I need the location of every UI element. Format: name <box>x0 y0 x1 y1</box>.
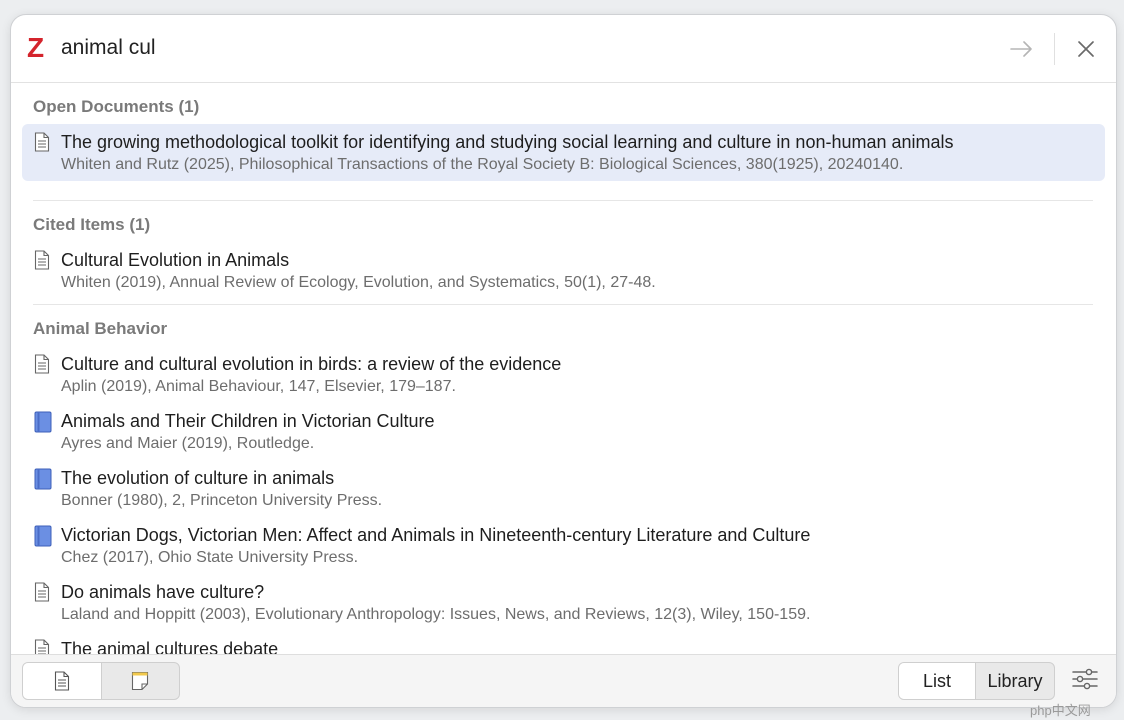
result-meta: Whiten (2019), Annual Review of Ecology,… <box>61 274 656 291</box>
result-title: Culture and cultural evolution in birds:… <box>61 354 562 374</box>
results-list: Open Documents (1) The growing methodolo… <box>11 83 1116 655</box>
document-icon <box>34 582 52 604</box>
result-row[interactable]: Cultural Evolution in Animals Whiten (20… <box>22 242 1105 299</box>
search-input[interactable] <box>61 31 961 65</box>
result-row[interactable]: Do animals have culture? Laland and Hopp… <box>22 574 1105 631</box>
toolbar-separator <box>1054 33 1055 65</box>
result-meta: Bonner (1980), 2, Princeton University P… <box>61 492 383 509</box>
list-mode-button[interactable]: List <box>899 663 976 699</box>
notes-view-button[interactable] <box>101 663 179 699</box>
document-icon <box>34 250 52 272</box>
result-title: Victorian Dogs, Victorian Men: Affect an… <box>61 525 811 545</box>
section-divider <box>33 200 1093 201</box>
document-icon <box>34 639 52 655</box>
note-icon <box>131 671 149 691</box>
watermark: php中文网 <box>1030 703 1091 718</box>
section-header-cited-items: Cited Items (1) <box>33 215 151 234</box>
go-button[interactable] <box>1005 33 1039 65</box>
result-title: The animal cultures debate <box>61 639 279 655</box>
section-divider <box>33 304 1093 305</box>
book-icon <box>34 525 52 547</box>
result-title: Animals and Their Children in Victorian … <box>61 411 435 431</box>
mode-toggle: List Library <box>898 662 1055 700</box>
result-title: The growing methodological toolkit for i… <box>61 132 954 152</box>
footer-bar: List Library <box>11 654 1116 707</box>
section-header-collection: Animal Behavior <box>33 319 168 338</box>
section-header-open-documents: Open Documents (1) <box>33 97 200 116</box>
result-row[interactable]: The evolution of culture in animals Bonn… <box>22 460 1105 517</box>
result-meta: Ayres and Maier (2019), Routledge. <box>61 435 315 452</box>
quick-search-window: Z Open Documents (1) The growing methodo… <box>10 14 1117 708</box>
close-icon <box>1078 41 1094 57</box>
result-meta: Chez (2017), Ohio State University Press… <box>61 549 359 566</box>
book-icon <box>34 468 52 490</box>
library-mode-button[interactable]: Library <box>976 663 1054 699</box>
result-title: Do animals have culture? <box>61 582 265 602</box>
arrow-right-icon <box>1010 41 1032 57</box>
items-view-button[interactable] <box>23 663 102 699</box>
document-icon <box>34 354 52 376</box>
document-icon <box>34 132 52 154</box>
book-icon <box>34 411 52 433</box>
result-row[interactable]: Animals and Their Children in Victorian … <box>22 403 1105 460</box>
result-row[interactable]: The animal cultures debate <box>22 631 1105 655</box>
result-row[interactable]: The growing methodological toolkit for i… <box>22 124 1105 181</box>
result-meta: Whiten and Rutz (2025), Philosophical Tr… <box>61 156 904 173</box>
zotero-logo: Z <box>27 32 45 63</box>
result-meta: Aplin (2019), Animal Behaviour, 147, Els… <box>61 378 456 395</box>
result-title: Cultural Evolution in Animals <box>61 250 290 270</box>
result-title: The evolution of culture in animals <box>61 468 335 488</box>
settings-button[interactable] <box>1071 665 1101 695</box>
search-bar: Z <box>11 15 1116 83</box>
result-row[interactable]: Culture and cultural evolution in birds:… <box>22 346 1105 403</box>
sliders-icon <box>1072 668 1098 690</box>
document-icon <box>54 671 70 691</box>
result-meta: Laland and Hoppitt (2003), Evolutionary … <box>61 606 811 623</box>
result-row[interactable]: Victorian Dogs, Victorian Men: Affect an… <box>22 517 1105 574</box>
close-button[interactable] <box>1069 33 1103 65</box>
view-toggle <box>22 662 180 700</box>
